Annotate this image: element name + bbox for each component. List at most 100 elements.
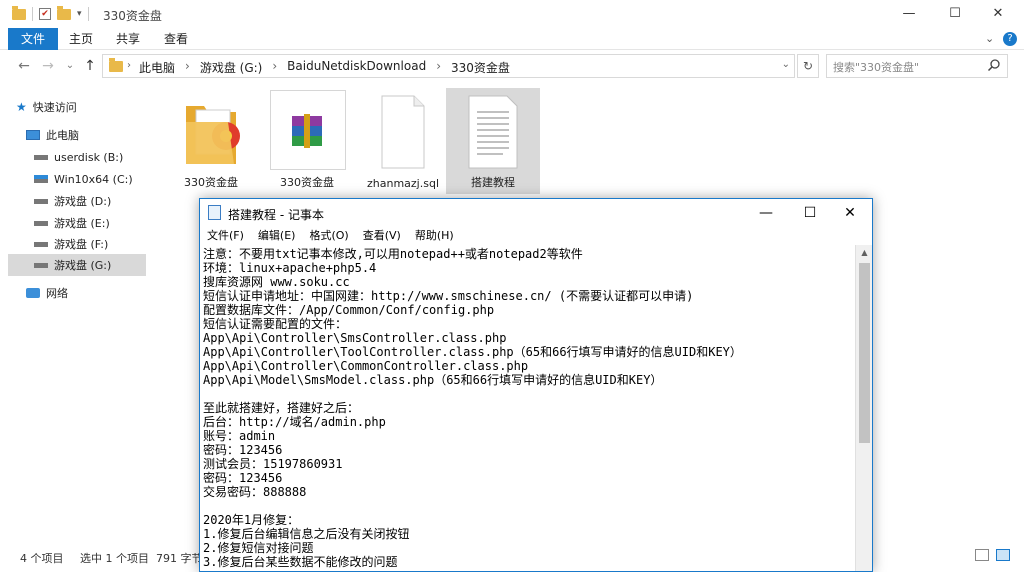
winrar-archive-icon <box>292 114 322 148</box>
file-item-folder[interactable]: 330资金盘 <box>164 88 258 194</box>
text-line: 密码：123456 <box>203 443 283 457</box>
menu-file[interactable]: 文件(F) <box>200 227 251 245</box>
menu-edit[interactable]: 编辑(E) <box>251 227 303 245</box>
text-line: 2.修复短信对接问题 <box>203 541 314 555</box>
text-line: 3.修复后台某些数据不能修改的问题 <box>203 555 398 569</box>
tab-file[interactable]: 文件 <box>8 28 58 50</box>
notepad-title: 搭建教程 - 记事本 <box>228 208 324 222</box>
file-label: 330资金盘 <box>184 176 238 189</box>
sidebar-item-label: 快速访问 <box>32 101 77 114</box>
sidebar-item-quick-access[interactable]: ★ 快速访问 <box>16 96 154 118</box>
menu-view[interactable]: 查看(V) <box>356 227 408 245</box>
drive-icon <box>34 262 48 268</box>
breadcrumb-item[interactable]: 游戏盘 (G:) <box>200 59 263 76</box>
maximize-button[interactable]: ☐ <box>932 0 978 28</box>
new-folder-icon[interactable] <box>57 5 71 20</box>
sidebar-item-this-pc[interactable]: 此电脑 <box>26 124 164 146</box>
chevron-right-icon: › <box>185 59 190 73</box>
selection-info: 选中 1 个项目 <box>80 552 149 565</box>
breadcrumb-item[interactable]: 330资金盘 <box>451 59 510 76</box>
chevron-right-icon: › <box>127 60 131 71</box>
notepad-titlebar: 搭建教程 - 记事本 — ☐ ✕ <box>200 199 872 227</box>
forward-button[interactable]: → <box>40 58 56 74</box>
drive-icon <box>34 220 48 226</box>
text-line: 配置数据库文件：/App/Common/Conf/config.php <box>203 303 495 317</box>
chevron-right-icon: › <box>436 59 441 73</box>
tab-home[interactable]: 主页 <box>69 28 93 50</box>
file-item-text[interactable]: 搭建教程 <box>446 88 540 194</box>
sidebar-item-label: 此电脑 <box>46 129 79 142</box>
sidebar-item-network[interactable]: 网络 <box>26 282 164 304</box>
file-label: 330资金盘 <box>280 176 334 189</box>
sidebar-item-label: 游戏盘 (D:) <box>54 195 112 208</box>
navigation-pane: ★ 快速访问 此电脑 userdisk (B:) Win10x64 (C:) 游… <box>0 90 150 540</box>
ribbon-tabs: 文件 主页 共享 查看 ⌄ ? <box>0 28 1024 50</box>
blank-file-icon <box>381 95 425 169</box>
breadcrumb: 此电脑 › 游戏盘 (G:) › BaiduNetdiskDownload › … <box>139 59 510 76</box>
notepad-close-button[interactable]: ✕ <box>828 199 872 227</box>
text-line: 注意：不要用txt记事本修改,可以用notepad++或者notepad2等软件 <box>203 247 583 261</box>
notepad-menu-bar: 文件(F) 编辑(E) 格式(O) 查看(V) 帮助(H) <box>200 227 872 245</box>
address-bar[interactable]: › 此电脑 › 游戏盘 (G:) › BaiduNetdiskDownload … <box>102 54 795 78</box>
text-line: 至此就搭建好，搭建好之后： <box>203 401 360 415</box>
search-placeholder: 搜索"330资金盘" <box>833 61 920 74</box>
text-line: 密码：123456 <box>203 471 283 485</box>
text-line: 短信认证申请地址：中国网建：http://www.smschinese.cn/ … <box>203 289 694 303</box>
text-line: App\Api\Controller\SmsController.class.p… <box>203 331 507 345</box>
network-icon <box>26 288 40 298</box>
large-icons-view-icon[interactable] <box>996 549 1010 561</box>
scroll-up-icon[interactable]: ▲ <box>856 245 873 261</box>
notepad-maximize-button[interactable]: ☐ <box>788 199 832 227</box>
breadcrumb-item[interactable]: 此电脑 <box>139 59 175 76</box>
file-label: zhanmazj.sql <box>366 177 439 190</box>
text-line: 2020年1月修复： <box>203 513 300 527</box>
notepad-minimize-button[interactable]: — <box>744 199 788 227</box>
chevron-down-icon[interactable]: ⌄ <box>782 59 790 70</box>
computer-icon <box>26 130 40 140</box>
sidebar-item-label: 网络 <box>46 287 68 300</box>
sidebar-item-label: 游戏盘 (G:) <box>54 259 112 272</box>
file-item-sql[interactable]: zhanmazj.sql <box>356 88 450 194</box>
sidebar-item-label: userdisk (B:) <box>54 150 124 164</box>
text-line: App\Api\Controller\CommonController.clas… <box>203 359 529 373</box>
item-count: 4 个项目 <box>20 552 64 565</box>
close-button[interactable]: ✕ <box>975 0 1021 28</box>
drive-icon <box>34 154 48 160</box>
text-line: 测试会员：15197860931 <box>203 457 343 471</box>
file-item-archive[interactable]: 330资金盘 <box>260 88 354 194</box>
window-title: 330资金盘 <box>103 9 162 23</box>
notepad-window: 搭建教程 - 记事本 — ☐ ✕ 文件(F) 编辑(E) 格式(O) 查看(V)… <box>199 198 873 572</box>
details-view-icon[interactable] <box>975 549 989 561</box>
minimize-button[interactable]: — <box>886 0 932 28</box>
search-input[interactable]: 搜索"330资金盘" <box>826 54 1008 78</box>
tab-share[interactable]: 共享 <box>116 28 140 50</box>
drive-icon <box>34 241 48 247</box>
sidebar-item-drive-g[interactable]: 游戏盘 (G:) <box>8 254 146 276</box>
folder-icon <box>109 58 123 72</box>
up-button[interactable]: ↑ <box>82 58 98 74</box>
file-label: 搭建教程 <box>471 176 515 189</box>
back-button[interactable]: ← <box>16 58 32 74</box>
text-line: 1.修复后台编辑信息之后没有关闭按钮 <box>203 527 410 541</box>
text-line: 搜库资源网 www.soku.cc <box>203 275 350 289</box>
help-icon[interactable]: ? <box>1003 32 1017 46</box>
text-line: 交易密码：888888 <box>203 485 307 499</box>
address-row: ← → ⌄ ↑ › 此电脑 › 游戏盘 (G:) › BaiduNetdiskD… <box>0 50 1024 82</box>
text-line: App\Api\Model\SmsModel.class.php（65和66行填… <box>203 373 663 387</box>
notepad-text-area[interactable]: 注意：不要用txt记事本修改,可以用notepad++或者notepad2等软件… <box>203 245 855 571</box>
chevron-down-icon[interactable]: ▾ <box>77 9 82 19</box>
properties-icon[interactable]: ✔ <box>39 8 51 20</box>
ribbon-collapse-icon[interactable]: ⌄ <box>985 32 994 45</box>
recent-locations-button[interactable]: ⌄ <box>62 58 78 74</box>
text-line: 环境：linux+apache+php5.4 <box>203 261 377 275</box>
tab-view[interactable]: 查看 <box>164 28 188 50</box>
folder-icon <box>12 5 26 20</box>
star-icon: ★ <box>16 100 27 114</box>
notepad-vertical-scrollbar[interactable]: ▲ <box>855 245 872 571</box>
menu-format[interactable]: 格式(O) <box>302 227 355 245</box>
breadcrumb-item[interactable]: BaiduNetdiskDownload <box>287 59 426 76</box>
scroll-thumb[interactable] <box>859 263 870 443</box>
refresh-button[interactable]: ↻ <box>797 54 819 78</box>
menu-help[interactable]: 帮助(H) <box>408 227 461 245</box>
selection-size: 791 字节 <box>156 552 203 565</box>
